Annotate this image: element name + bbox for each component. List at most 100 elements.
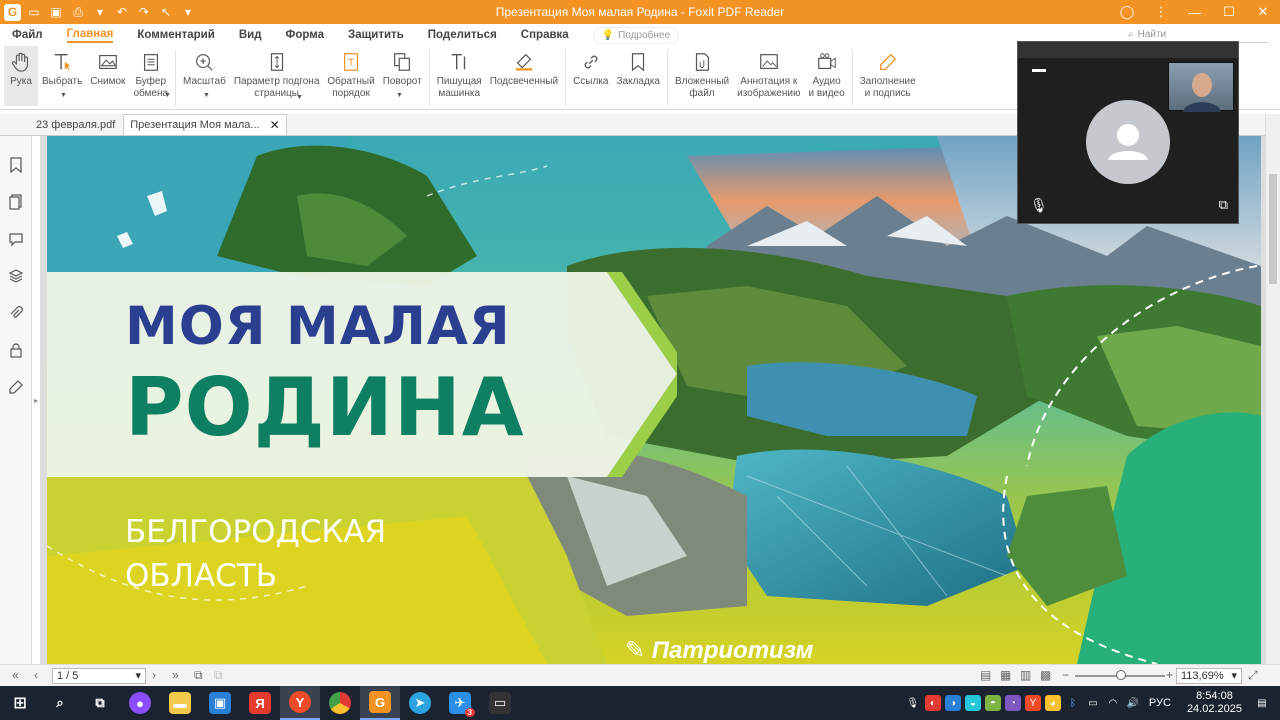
single-page-icon[interactable]: ▤	[980, 668, 991, 682]
print-options-icon[interactable]: ▾	[91, 3, 109, 21]
app-logo[interactable]: G	[4, 3, 21, 21]
image-annotation-button[interactable]: Аннотация к изображению	[733, 46, 804, 106]
menu-more-icon[interactable]: ⋮	[1144, 0, 1178, 24]
bookmark-button[interactable]: Закладка	[612, 46, 663, 106]
chevron-down-icon[interactable]: ▼	[60, 92, 67, 99]
volume-icon[interactable]: 🔊	[1125, 695, 1141, 711]
app-tray-icon[interactable]: ◒	[964, 695, 981, 711]
zoom-in-icon[interactable]: +	[1166, 668, 1173, 682]
app-tray-icon[interactable]: ◐	[924, 695, 941, 711]
print-icon[interactable]: ⎙	[69, 3, 87, 21]
audio-video-button[interactable]: Аудио и видео	[804, 46, 848, 106]
language-indicator[interactable]: РУС	[1149, 697, 1171, 709]
menu-file[interactable]: Файл	[12, 29, 43, 41]
app-tray-icon[interactable]: Y	[1024, 695, 1041, 711]
tab-23-february[interactable]: 23 февраля.pdf	[30, 114, 121, 135]
menu-home[interactable]: Главная	[66, 28, 114, 43]
app-tray-icon[interactable]: ◔	[1004, 695, 1021, 711]
security-panel-icon[interactable]	[7, 341, 25, 359]
last-page-icon[interactable]: »	[172, 668, 179, 682]
yandex-browser-app[interactable]: Y	[280, 686, 320, 720]
continuous-icon[interactable]: ▦	[1000, 668, 1011, 682]
terminal-app[interactable]: ▭	[480, 686, 520, 720]
menu-view[interactable]: Вид	[239, 29, 262, 41]
account-icon[interactable]: ◯	[1110, 0, 1144, 24]
view-copy-icon[interactable]: ⧉	[194, 668, 203, 683]
zoom-field[interactable]: 113,69% ▾	[1176, 668, 1242, 684]
pages-panel-icon[interactable]	[7, 193, 25, 211]
attachments-panel-icon[interactable]	[7, 304, 25, 322]
fullscreen-icon[interactable]: ⤢	[1248, 668, 1258, 683]
maximize-button[interactable]: ☐	[1212, 0, 1246, 24]
cursor-icon[interactable]: ↖	[157, 3, 175, 21]
start-button[interactable]: ⊞	[0, 686, 40, 720]
alice-app[interactable]: ●	[120, 686, 160, 720]
scroll-thumb[interactable]	[1269, 174, 1277, 284]
app-tray-icon[interactable]: ◕	[1044, 695, 1061, 711]
bluetooth-icon[interactable]: ᛒ	[1065, 695, 1081, 711]
explorer-app[interactable]: ▬	[160, 686, 200, 720]
menu-share[interactable]: Поделиться	[428, 29, 497, 41]
chevron-down-icon[interactable]: ▼	[203, 92, 210, 99]
typewriter-button[interactable]: Пишущая машинка	[433, 46, 486, 106]
snapshot-button[interactable]: Снимок	[86, 46, 129, 106]
layers-panel-icon[interactable]	[7, 267, 25, 285]
vertical-scrollbar[interactable]	[1265, 114, 1280, 664]
two-page-continuous-icon[interactable]: ▩	[1040, 668, 1051, 682]
fill-sign-button[interactable]: Заполнение и подпись	[856, 46, 920, 106]
task-view-button[interactable]: ⧉	[80, 686, 120, 720]
close-tab-icon[interactable]: ✕	[270, 118, 280, 132]
mic-tray-icon[interactable]: 🎙	[905, 695, 921, 711]
next-page-icon[interactable]: ›	[152, 668, 156, 682]
open-icon[interactable]: ▭	[25, 3, 43, 21]
chrome-app[interactable]	[320, 686, 360, 720]
zoom-out-icon[interactable]: −	[1062, 668, 1069, 682]
save-icon[interactable]: ▣	[47, 3, 65, 21]
page-fit-button[interactable]: Параметр подгона страницы	[230, 46, 324, 106]
video-call-overlay[interactable]: 🎙 ⧉	[1017, 41, 1239, 224]
battery-icon[interactable]: ▭	[1085, 695, 1101, 711]
attach-file-button[interactable]: Вложенный файл	[671, 46, 733, 106]
redo-icon[interactable]: ↷	[135, 3, 153, 21]
minimize-button[interactable]: —	[1178, 0, 1212, 24]
telegram-app[interactable]: ➤	[400, 686, 440, 720]
chevron-down-icon[interactable]: ▼	[396, 92, 403, 99]
app-tray-icon[interactable]: ◓	[984, 695, 1001, 711]
tab-presentation[interactable]: Презентация Моя мала... ✕	[123, 114, 287, 135]
collapse-icon[interactable]	[1032, 69, 1046, 72]
menu-comment[interactable]: Комментарий	[137, 29, 214, 41]
yandex-app[interactable]: Я	[240, 686, 280, 720]
clock[interactable]: 8:54:08 24.02.2025	[1187, 690, 1242, 716]
self-camera-thumbnail[interactable]	[1168, 62, 1234, 112]
two-page-icon[interactable]: ▥	[1020, 668, 1031, 682]
foxit-app[interactable]: G	[360, 686, 400, 720]
screen-share-icon[interactable]: ⧉	[1219, 197, 1228, 213]
store-app[interactable]: ▣	[200, 686, 240, 720]
undo-icon[interactable]: ↶	[113, 3, 131, 21]
notifications-icon[interactable]: ▤	[1254, 695, 1270, 711]
bookmarks-panel-icon[interactable]	[7, 156, 25, 174]
wifi-icon[interactable]: ◠	[1105, 695, 1121, 711]
microphone-icon[interactable]: 🎙	[1030, 197, 1048, 214]
menu-form[interactable]: Форма	[286, 29, 324, 41]
menu-help[interactable]: Справка	[521, 29, 569, 41]
close-button[interactable]: ✕	[1246, 0, 1280, 24]
expand-panel-icon[interactable]: ▸	[34, 396, 38, 405]
hand-tool-button[interactable]: Рука	[4, 46, 38, 106]
messenger-app[interactable]: ✈ 3	[440, 686, 480, 720]
page-number-field[interactable]: 1 / 5 ▾	[52, 668, 146, 684]
first-page-icon[interactable]: «	[12, 668, 19, 682]
customize-icon[interactable]: ▾	[179, 3, 197, 21]
app-tray-icon[interactable]: ◑	[944, 695, 961, 711]
reverse-order-button[interactable]: Обратный порядок	[323, 46, 378, 106]
comments-panel-icon[interactable]	[7, 230, 25, 248]
menu-protect[interactable]: Защитить	[348, 29, 404, 41]
zoom-slider-handle[interactable]	[1116, 670, 1126, 680]
link-button[interactable]: Ссылка	[569, 46, 612, 106]
chevron-down-icon[interactable]: ▼	[296, 94, 303, 101]
previous-page-icon[interactable]: ‹	[34, 668, 38, 682]
signature-panel-icon[interactable]	[7, 378, 25, 396]
chevron-down-icon[interactable]: ▼	[164, 92, 171, 99]
search-taskbar-button[interactable]: ⌕	[40, 686, 80, 720]
tell-me-box[interactable]: 💡 Подробнее	[592, 26, 680, 44]
